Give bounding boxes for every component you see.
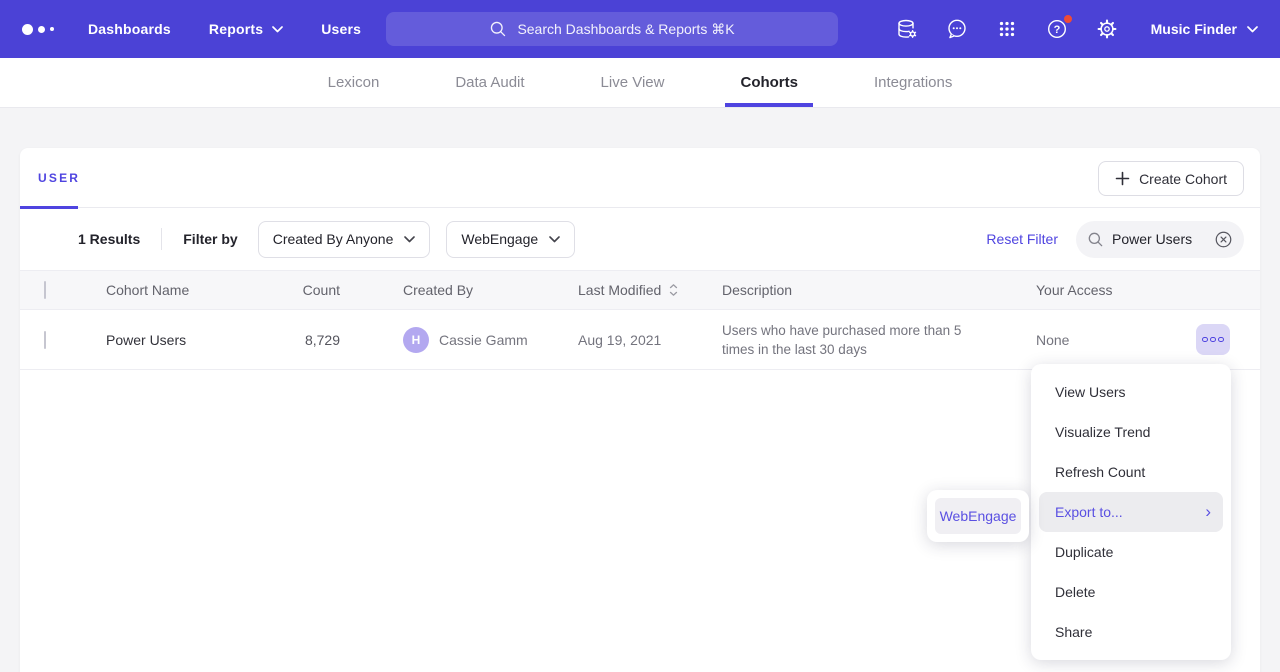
notification-dot bbox=[1063, 14, 1073, 24]
filter-by-label: Filter by bbox=[183, 231, 237, 247]
menu-item-visualize-trend[interactable]: Visualize Trend bbox=[1039, 412, 1223, 452]
creator-name: Cassie Gamm bbox=[439, 332, 528, 348]
last-modified-cell: Aug 19, 2021 bbox=[578, 332, 722, 348]
mixpanel-logo[interactable] bbox=[22, 24, 54, 35]
created-by-dropdown[interactable]: Created By Anyone bbox=[258, 221, 431, 258]
menu-item-delete[interactable]: Delete bbox=[1039, 572, 1223, 612]
chevron-down-icon bbox=[549, 236, 560, 243]
creator-avatar: H bbox=[403, 327, 429, 353]
tab-user-cohorts[interactable]: USER bbox=[20, 148, 98, 208]
project-name: Music Finder bbox=[1151, 21, 1237, 37]
create-cohort-button[interactable]: Create Cohort bbox=[1098, 161, 1244, 196]
card-header: USER Create Cohort bbox=[20, 148, 1260, 208]
dot-icon bbox=[1202, 337, 1208, 343]
settings-gear-icon[interactable] bbox=[1095, 17, 1119, 41]
search-icon bbox=[489, 20, 507, 38]
primary-nav: Dashboards Reports Users bbox=[88, 21, 361, 37]
divider bbox=[161, 228, 162, 250]
results-count: 1 Results bbox=[78, 231, 140, 247]
nav-reports[interactable]: Reports bbox=[209, 21, 283, 37]
project-switcher[interactable]: Music Finder bbox=[1151, 21, 1258, 37]
nav-reports-label: Reports bbox=[209, 21, 263, 37]
tab-lexicon[interactable]: Lexicon bbox=[313, 58, 395, 107]
header-last-modified[interactable]: Last Modified bbox=[578, 282, 722, 298]
menu-item-share[interactable]: Share bbox=[1039, 612, 1223, 652]
logo-dot bbox=[22, 24, 33, 35]
user-tab-label: USER bbox=[38, 171, 80, 185]
clear-search-icon[interactable] bbox=[1214, 230, 1233, 249]
chevron-right-icon: › bbox=[1205, 503, 1211, 520]
top-nav: Dashboards Reports Users Search Dashboar… bbox=[0, 0, 1280, 58]
header-your-access: Your Access bbox=[1036, 282, 1166, 298]
header-count: Count bbox=[260, 282, 346, 298]
table-row[interactable]: Power Users 8,729 H Cassie Gamm Aug 19, … bbox=[20, 310, 1260, 370]
select-all-checkbox[interactable] bbox=[44, 281, 46, 299]
help-icon[interactable]: ? bbox=[1045, 17, 1069, 41]
nav-dashboards[interactable]: Dashboards bbox=[88, 21, 171, 37]
submenu-item-webengage[interactable]: WebEngage bbox=[935, 498, 1021, 534]
row-checkbox[interactable] bbox=[44, 331, 46, 349]
tab-data-audit[interactable]: Data Audit bbox=[440, 58, 539, 107]
chevron-down-icon bbox=[272, 26, 283, 33]
secondary-tabbar: Lexicon Data Audit Live View Cohorts Int… bbox=[0, 58, 1280, 108]
sort-icon bbox=[669, 283, 678, 297]
top-nav-actions: ? Music Finder bbox=[895, 17, 1258, 41]
source-dropdown-value: WebEngage bbox=[461, 231, 538, 247]
header-cohort-name: Cohort Name bbox=[86, 282, 260, 298]
menu-item-view-users[interactable]: View Users bbox=[1039, 372, 1223, 412]
header-last-modified-label: Last Modified bbox=[578, 282, 661, 298]
menu-item-export-label: Export to... bbox=[1055, 504, 1123, 520]
search-icon bbox=[1087, 231, 1104, 248]
row-actions-button[interactable] bbox=[1196, 324, 1230, 355]
tab-cohorts[interactable]: Cohorts bbox=[725, 58, 813, 107]
menu-item-export-to[interactable]: Export to... › bbox=[1039, 492, 1223, 532]
created-by-dropdown-value: Created By Anyone bbox=[273, 231, 394, 247]
table-header-row: Cohort Name Count Created By Last Modifi… bbox=[20, 270, 1260, 310]
dot-icon bbox=[1210, 337, 1216, 343]
svg-text:?: ? bbox=[1053, 24, 1060, 36]
logo-dot bbox=[38, 26, 45, 33]
logo-dot bbox=[50, 27, 54, 31]
nav-users[interactable]: Users bbox=[321, 21, 361, 37]
cohort-search-input[interactable] bbox=[1112, 231, 1206, 247]
access-cell: None bbox=[1036, 332, 1166, 348]
count-cell: 8,729 bbox=[260, 332, 346, 348]
header-created-by: Created By bbox=[346, 282, 578, 298]
filter-bar: 1 Results Filter by Created By Anyone We… bbox=[20, 208, 1260, 270]
source-dropdown[interactable]: WebEngage bbox=[446, 221, 575, 258]
reset-filter-link[interactable]: Reset Filter bbox=[986, 231, 1058, 247]
global-search-bar[interactable]: Search Dashboards & Reports ⌘K bbox=[386, 12, 838, 46]
tab-live-view[interactable]: Live View bbox=[586, 58, 680, 107]
apps-grid-icon[interactable] bbox=[995, 17, 1019, 41]
chevron-down-icon bbox=[404, 236, 415, 243]
header-description: Description bbox=[722, 282, 1036, 298]
dot-icon bbox=[1218, 337, 1224, 343]
chat-icon[interactable] bbox=[945, 17, 969, 41]
plus-icon bbox=[1115, 171, 1130, 186]
description-cell: Users who have purchased more than 5 tim… bbox=[722, 321, 972, 359]
chevron-down-icon bbox=[1247, 26, 1258, 33]
cohort-name-cell[interactable]: Power Users bbox=[86, 332, 260, 348]
global-search-placeholder: Search Dashboards & Reports ⌘K bbox=[517, 21, 734, 38]
menu-item-duplicate[interactable]: Duplicate bbox=[1039, 532, 1223, 572]
tab-integrations[interactable]: Integrations bbox=[859, 58, 967, 107]
create-cohort-label: Create Cohort bbox=[1139, 171, 1227, 187]
export-submenu: WebEngage bbox=[927, 490, 1029, 542]
cohort-search-box[interactable] bbox=[1076, 221, 1244, 258]
data-management-icon[interactable] bbox=[895, 17, 919, 41]
menu-item-refresh-count[interactable]: Refresh Count bbox=[1039, 452, 1223, 492]
row-actions-menu: View Users Visualize Trend Refresh Count… bbox=[1031, 364, 1231, 660]
